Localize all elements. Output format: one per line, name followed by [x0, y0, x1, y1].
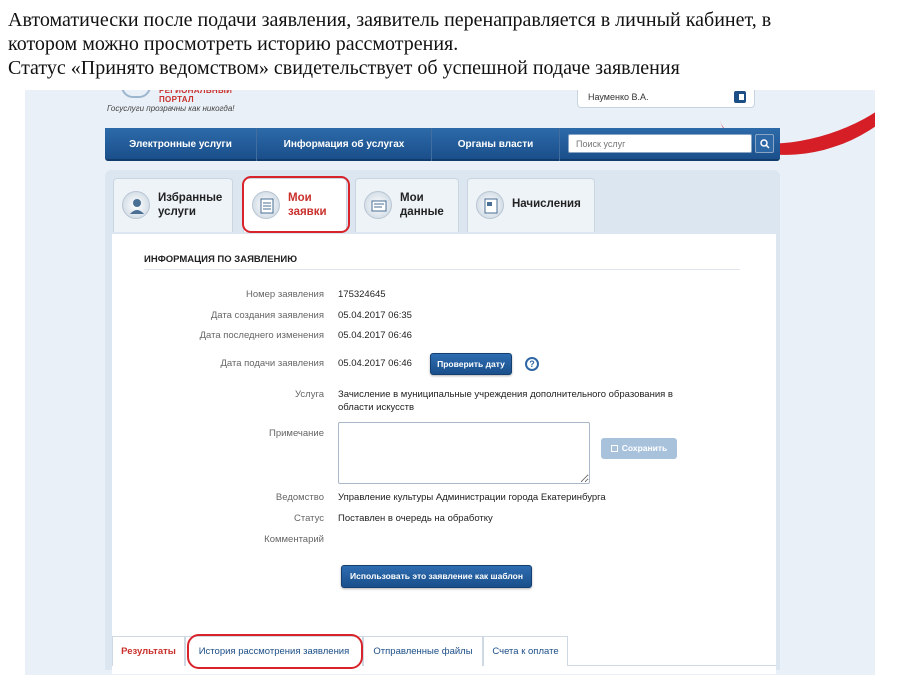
logo-slogan: Госуслуги прозрачны как никогда! [107, 104, 235, 113]
use-as-template-button[interactable]: Использовать это заявление как шаблон [341, 565, 532, 588]
user-name: Науменко В.А. [588, 92, 649, 102]
number-label: Номер заявления [245, 289, 324, 300]
modified-label: Дата последнего изменения [199, 330, 324, 341]
document-icon [476, 191, 504, 219]
highlight-ring-tab [242, 176, 350, 233]
number-value: 175324645 [338, 289, 386, 300]
btab-invoices[interactable]: Счета к оплате [483, 636, 568, 666]
divider [144, 269, 740, 270]
submitted-value: 05.04.2017 06:46 [338, 358, 412, 369]
logout-icon[interactable] [734, 91, 746, 103]
tab-label: Мои данные [400, 192, 444, 218]
submitted-label: Дата подачи заявления [220, 358, 324, 369]
section-title: ИНФОРМАЦИЯ ПО ЗАЯВЛЕНИЮ [144, 254, 298, 265]
logo-emblem-icon [121, 90, 151, 98]
logo-text: РЕГИОНАЛЬНЫЙ ПОРТАЛ [159, 90, 233, 104]
created-label: Дата создания заявления [210, 310, 324, 321]
search-icon [759, 139, 770, 149]
tab-my-data[interactable]: Мои данные [355, 178, 459, 232]
btab-sent-files[interactable]: Отправленные файлы [363, 636, 483, 666]
search-button[interactable] [755, 134, 774, 153]
tab-label: Начисления [512, 198, 581, 210]
id-card-icon [364, 191, 392, 219]
btab-results[interactable]: Результаты [112, 636, 185, 666]
portal-logo[interactable]: РЕГИОНАЛЬНЫЙ ПОРТАЛ Госуслуги прозрачны … [107, 90, 267, 126]
caption-line-3: Статус «Принято ведомством» свидетельств… [8, 57, 680, 79]
save-button-label: Сохранить [621, 443, 668, 453]
search-input[interactable] [568, 134, 752, 153]
save-button[interactable]: Сохранить [601, 438, 677, 459]
created-value: 05.04.2017 06:35 [338, 310, 412, 321]
comment-label: Комментарий [264, 534, 324, 545]
service-label: Услуга [295, 389, 324, 400]
note-textarea[interactable] [338, 422, 590, 484]
caption-line-1: Автоматически после подачи заявления, за… [8, 9, 772, 31]
user-icon [122, 191, 150, 219]
caption-line-2: котором можно просмотреть историю рассмо… [8, 33, 459, 55]
note-label: Примечание [269, 428, 324, 439]
tab-favorite-services[interactable]: Избранные услуги [113, 178, 233, 232]
application-panel: ИНФОРМАЦИЯ ПО ЗАЯВЛЕНИЮ Номер заявления … [112, 234, 776, 674]
nav-item-service-info[interactable]: Информация об услугах [257, 128, 432, 161]
check-date-button[interactable]: Проверить дату [430, 353, 512, 375]
status-value: Поставлен в очередь на обработку [338, 513, 493, 524]
bottom-tabs: Результаты История рассмотрения заявлени… [112, 634, 776, 669]
user-box[interactable]: Науменко В.А. [577, 90, 755, 108]
department-label: Ведомство [275, 492, 324, 503]
tab-charges[interactable]: Начисления [467, 178, 595, 232]
portal-screenshot: РЕГИОНАЛЬНЫЙ ПОРТАЛ Госуслуги прозрачны … [25, 90, 875, 675]
save-icon [610, 445, 618, 452]
status-label: Статус [293, 513, 324, 524]
tab-label: Избранные услуги [158, 192, 223, 218]
department-value: Управление культуры Администрации города… [338, 492, 606, 503]
help-icon[interactable]: ? [525, 357, 539, 371]
service-value: Зачисление в муниципальные учреждения до… [338, 389, 673, 413]
modified-value: 05.04.2017 06:46 [338, 330, 412, 341]
nav-item-electronic-services[interactable]: Электронные услуги [105, 128, 257, 161]
main-navbar: Электронные услуги Информация об услугах… [105, 128, 780, 161]
nav-item-authorities[interactable]: Органы власти [432, 128, 560, 161]
cabinet-area: Избранные услуги Мои заявки Мои данные Н… [105, 170, 780, 674]
highlight-ring-history [187, 634, 363, 669]
slide-caption: Автоматически после подачи заявления, за… [8, 8, 893, 80]
